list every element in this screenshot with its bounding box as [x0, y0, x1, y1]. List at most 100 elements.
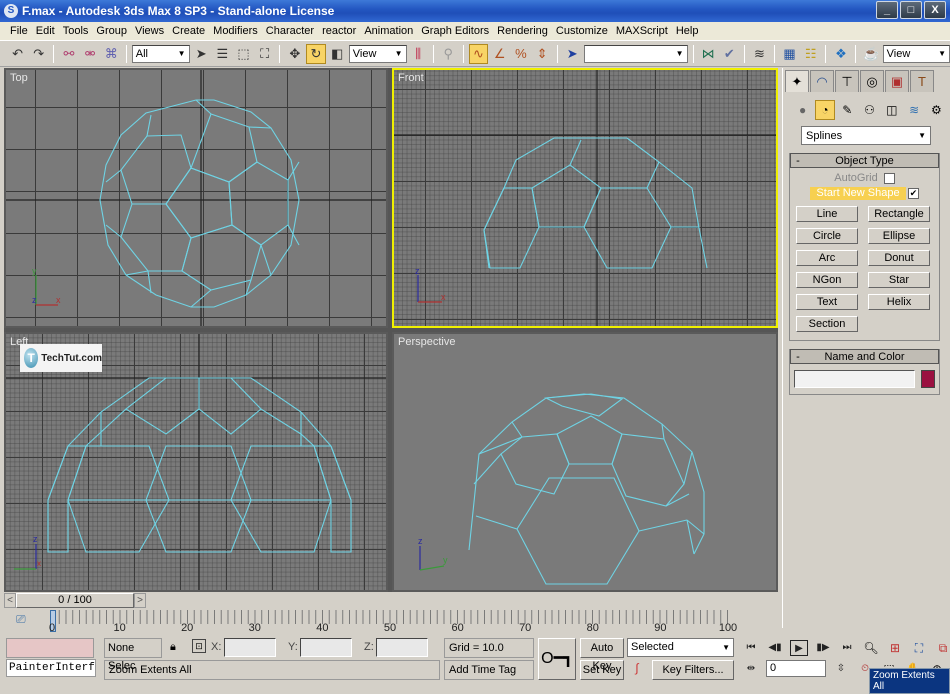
edit-named-selection-icon[interactable]: ➤: [563, 44, 582, 64]
menu-maxscript[interactable]: MAXScript: [612, 25, 672, 37]
window-crossing-icon[interactable]: ⛶: [255, 44, 274, 64]
render-scene-icon[interactable]: ☕: [861, 44, 880, 64]
key-mode-toggle-icon[interactable]: ⇹: [742, 661, 760, 677]
menu-modifiers[interactable]: Modifiers: [209, 25, 262, 37]
menu-edit[interactable]: Edit: [32, 25, 59, 37]
maxscript-mini-listener[interactable]: PainterInterf: [6, 659, 96, 677]
menu-tools[interactable]: Tools: [59, 25, 93, 37]
previous-frame-icon[interactable]: ◀▮: [766, 640, 784, 656]
default-tangent-icon[interactable]: ∫: [628, 661, 646, 679]
bind-space-warp-icon[interactable]: ⌘: [102, 44, 121, 64]
start-new-shape-button[interactable]: Start New Shape: [810, 187, 906, 200]
set-key-icon[interactable]: O━┓: [538, 638, 576, 680]
viewport-left[interactable]: Left T TechTut.com z x: [4, 332, 388, 592]
time-next-button[interactable]: >: [134, 593, 146, 608]
viewport-label[interactable]: Front: [398, 72, 424, 84]
start-new-shape-checkbox[interactable]: ✔: [908, 188, 919, 199]
pivot-icon[interactable]: ⫼: [409, 44, 428, 64]
mini-curve-editor-icon[interactable]: ⎚: [16, 612, 26, 627]
viewport-top[interactable]: Top x y z: [4, 68, 388, 328]
arc-button[interactable]: Arc: [796, 250, 858, 266]
angle-snap-icon[interactable]: ∠: [490, 44, 509, 64]
shapes-icon[interactable]: ◔: [815, 100, 835, 120]
ngon-button[interactable]: NGon: [796, 272, 858, 288]
selection-lock-icon[interactable]: 🔒︎: [170, 641, 176, 654]
circle-button[interactable]: Circle: [796, 228, 858, 244]
menu-file[interactable]: File: [6, 25, 32, 37]
object-type-header[interactable]: - Object Type: [790, 153, 939, 168]
ellipse-button[interactable]: Ellipse: [868, 228, 930, 244]
maxscript-listener-output[interactable]: [6, 638, 94, 658]
align-icon[interactable]: ✔: [720, 44, 739, 64]
redo-icon[interactable]: ↷: [29, 44, 48, 64]
menu-customize[interactable]: Customize: [552, 25, 612, 37]
utilities-tab-icon[interactable]: T: [910, 70, 934, 92]
zoom-extents-all-icon[interactable]: ⧉: [934, 640, 950, 656]
text-button[interactable]: Text: [796, 294, 858, 310]
current-frame-input[interactable]: 0: [766, 660, 826, 677]
motion-tab-icon[interactable]: ◎: [860, 70, 884, 92]
menu-help[interactable]: Help: [672, 25, 703, 37]
material-editor-icon[interactable]: ❖: [831, 44, 850, 64]
name-and-color-header[interactable]: - Name and Color: [790, 349, 939, 364]
snap-icon[interactable]: ∿: [468, 43, 489, 64]
named-selection-dropdown[interactable]: ▼: [583, 44, 688, 63]
move-icon[interactable]: ✥: [285, 44, 304, 64]
object-color-swatch[interactable]: [921, 370, 935, 388]
frame-spinner-icon[interactable]: ⇳: [832, 661, 850, 677]
auto-key-button[interactable]: Auto Key: [580, 638, 624, 672]
rotate-icon[interactable]: ↻: [306, 43, 326, 64]
percent-snap-icon[interactable]: %: [511, 44, 530, 64]
maximize-button[interactable]: □: [900, 1, 922, 19]
autogrid-checkbox[interactable]: [883, 172, 895, 184]
menu-create[interactable]: Create: [168, 25, 209, 37]
menu-rendering[interactable]: Rendering: [493, 25, 552, 37]
shape-category-dropdown[interactable]: Splines ▼: [801, 126, 931, 145]
coord-x-input[interactable]: [224, 638, 276, 657]
selection-filter-dropdown[interactable]: All ▼: [131, 44, 190, 63]
space-warps-icon[interactable]: ≋: [904, 100, 923, 120]
hierarchy-tab-icon[interactable]: ⊤: [835, 70, 859, 92]
app-icon[interactable]: S: [4, 4, 18, 18]
menu-reactor[interactable]: reactor: [318, 25, 360, 37]
section-button[interactable]: Section: [796, 316, 858, 332]
scale-icon[interactable]: ◧: [328, 44, 347, 64]
absolute-mode-icon[interactable]: ⊡: [192, 639, 206, 653]
curve-editor-icon[interactable]: ▦: [780, 44, 799, 64]
menu-animation[interactable]: Animation: [360, 25, 417, 37]
mirror-icon[interactable]: ⋈: [699, 44, 718, 64]
menu-views[interactable]: Views: [131, 25, 168, 37]
systems-icon[interactable]: ⚙: [927, 100, 946, 120]
undo-icon[interactable]: ↶: [8, 44, 27, 64]
object-name-input[interactable]: [794, 370, 916, 388]
helix-button[interactable]: Helix: [868, 294, 930, 310]
render-view-dropdown[interactable]: View ▼: [882, 44, 950, 63]
go-to-start-icon[interactable]: ⏮: [742, 640, 760, 656]
manipulate-icon[interactable]: ⚲: [439, 44, 458, 64]
spinner-snap-icon[interactable]: ⇕: [532, 44, 551, 64]
donut-button[interactable]: Donut: [868, 250, 930, 266]
select-link-icon[interactable]: ⚯: [59, 44, 78, 64]
menu-group[interactable]: Group: [92, 25, 131, 37]
set-key-button[interactable]: Set Key: [580, 660, 624, 680]
layer-manager-icon[interactable]: ≋: [750, 44, 769, 64]
key-mode-dropdown[interactable]: Selected ▼: [627, 638, 734, 657]
cameras-icon[interactable]: ⚇: [860, 100, 879, 120]
geometry-icon[interactable]: ●: [793, 100, 812, 120]
viewport-label[interactable]: Top: [10, 72, 28, 84]
minimize-button[interactable]: _: [876, 1, 898, 19]
zoom-extents-icon[interactable]: ⛶: [910, 640, 928, 656]
zoom-all-icon[interactable]: ⊞: [886, 640, 904, 656]
unlink-icon[interactable]: ⚮: [80, 44, 99, 64]
menu-character[interactable]: Character: [262, 25, 318, 37]
go-to-end-icon[interactable]: ⏭: [838, 640, 856, 656]
track-bar[interactable]: ⎚ 0 10 20 30 40 50 60 70 80 90 100: [4, 610, 778, 636]
zoom-icon[interactable]: 🔍︎: [862, 640, 880, 656]
helpers-icon[interactable]: ◫: [882, 100, 901, 120]
play-icon[interactable]: ▶: [790, 640, 808, 656]
rect-selection-icon[interactable]: ⬚: [234, 44, 253, 64]
next-frame-icon[interactable]: ▮▶: [814, 640, 832, 656]
viewport-perspective[interactable]: Perspective z y: [392, 332, 778, 592]
select-by-name-icon[interactable]: ☰: [213, 44, 232, 64]
menu-graph-editors[interactable]: Graph Editors: [417, 25, 493, 37]
